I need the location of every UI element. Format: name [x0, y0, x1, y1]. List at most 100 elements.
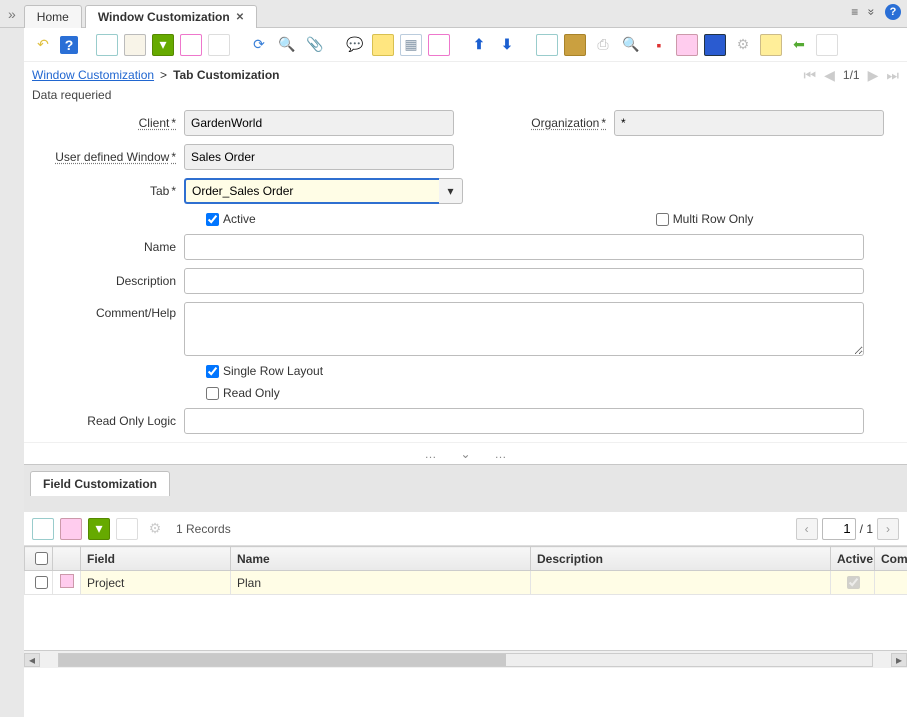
- cell-field[interactable]: Project: [81, 571, 231, 595]
- detail-tab-label: Field Customization: [43, 477, 157, 491]
- last-record-icon[interactable]: ⏭: [886, 67, 899, 84]
- single-row-layout-checkbox[interactable]: Single Row Layout: [206, 364, 323, 378]
- cell-comment[interactable]: [875, 571, 907, 595]
- tab-window-customization[interactable]: Window Customization ✕: [85, 5, 257, 29]
- scroll-track[interactable]: [58, 653, 873, 667]
- ignore-icon[interactable]: [208, 34, 230, 56]
- delete-icon[interactable]: [180, 34, 202, 56]
- detail-save-icon[interactable]: ▾: [88, 518, 110, 540]
- detail-record-icon[interactable]: ⬇: [496, 34, 518, 56]
- read-only-checkbox[interactable]: Read Only: [206, 386, 280, 400]
- detail-delete-icon[interactable]: [116, 518, 138, 540]
- print-icon[interactable]: ⎙: [592, 34, 614, 56]
- form-area: Client Organization User defined Window …: [24, 106, 907, 434]
- detail-prev-page-button[interactable]: ‹: [796, 518, 818, 540]
- detail-page-total: / 1: [860, 522, 873, 536]
- read-only-logic-field[interactable]: [184, 408, 864, 434]
- description-field[interactable]: [184, 268, 864, 294]
- chat-icon[interactable]: 💬: [344, 34, 366, 56]
- close-window-icon[interactable]: [816, 34, 838, 56]
- next-record-icon[interactable]: ▶: [868, 67, 879, 84]
- active-checkbox[interactable]: Active: [206, 212, 256, 226]
- tab-dropdown-button[interactable]: ▾: [439, 178, 463, 204]
- read-only-checkbox-label: Read Only: [223, 386, 280, 400]
- scroll-thumb[interactable]: [59, 654, 506, 666]
- organization-field[interactable]: [614, 110, 884, 136]
- detail-horizontal-scrollbar[interactable]: ◂ ▸: [24, 650, 907, 668]
- find-icon[interactable]: 🔍: [276, 34, 298, 56]
- single-row-layout-checkbox-input[interactable]: [206, 365, 219, 378]
- breadcrumb-separator: >: [160, 68, 167, 82]
- detail-process-icon[interactable]: ⚙: [144, 518, 166, 540]
- expand-sidebar-chevron[interactable]: »: [8, 6, 16, 22]
- detail-band: Field Customization: [24, 464, 907, 512]
- first-record-icon[interactable]: ⏮: [804, 67, 817, 84]
- undo-icon[interactable]: ↶: [32, 34, 54, 56]
- detail-page-input[interactable]: [822, 518, 856, 540]
- detail-edit-icon[interactable]: [60, 518, 82, 540]
- description-label: Description: [36, 274, 176, 288]
- grid-toggle-icon[interactable]: ▦: [400, 34, 422, 56]
- import-icon[interactable]: ⬅: [788, 34, 810, 56]
- new-icon[interactable]: [96, 34, 118, 56]
- organization-label: Organization: [526, 116, 606, 130]
- main-toolbar: ↶ ? ▾ ⟳ 🔍 📎 💬 ▦ ⬆ ⬇ ⎙ 🔍 ▪ ⚙ ⬅: [24, 28, 907, 62]
- user-defined-window-field[interactable]: [184, 144, 454, 170]
- table-row[interactable]: Project Plan: [25, 571, 907, 595]
- note-icon[interactable]: [372, 34, 394, 56]
- column-header-comment[interactable]: Com: [875, 547, 907, 571]
- cell-description[interactable]: [531, 571, 831, 595]
- detail-next-page-button[interactable]: ›: [877, 518, 899, 540]
- breadcrumb-parent-link[interactable]: Window Customization: [32, 68, 154, 82]
- save-icon[interactable]: ▾: [152, 34, 174, 56]
- column-header-description[interactable]: Description: [531, 547, 831, 571]
- close-icon[interactable]: ✕: [236, 12, 244, 23]
- multi-icon[interactable]: [428, 34, 450, 56]
- cell-active[interactable]: [831, 571, 875, 595]
- single-row-layout-checkbox-label: Single Row Layout: [223, 364, 323, 378]
- prev-record-icon[interactable]: ◀: [824, 67, 835, 84]
- column-header-name[interactable]: Name: [231, 547, 531, 571]
- gear-icon[interactable]: ⚙: [732, 34, 754, 56]
- report-icon[interactable]: [536, 34, 558, 56]
- row-edit-icon[interactable]: [60, 574, 74, 588]
- splitter-chevron-icon[interactable]: ⌄: [460, 447, 470, 461]
- request-icon[interactable]: [676, 34, 698, 56]
- zoom-across-icon[interactable]: 🔍: [620, 34, 642, 56]
- active-checkbox-input[interactable]: [206, 213, 219, 226]
- row-select-checkbox[interactable]: [35, 576, 48, 589]
- cell-name[interactable]: Plan: [231, 571, 531, 595]
- scroll-left-arrow[interactable]: ◂: [24, 653, 40, 667]
- menu-expand-icon[interactable]: »: [865, 9, 879, 16]
- archive-icon[interactable]: [564, 34, 586, 56]
- tab-home[interactable]: Home: [24, 5, 82, 29]
- product-info-icon[interactable]: [704, 34, 726, 56]
- select-all-checkbox[interactable]: [35, 552, 48, 565]
- detail-grid-header-row: Field Name Description Active Com: [25, 547, 907, 571]
- detail-new-icon[interactable]: [32, 518, 54, 540]
- scroll-right-arrow[interactable]: ▸: [891, 653, 907, 667]
- multi-row-only-checkbox-input[interactable]: [656, 213, 669, 226]
- tab-field[interactable]: [184, 178, 439, 204]
- detail-tab-field-customization[interactable]: Field Customization: [30, 471, 170, 496]
- name-field[interactable]: [184, 234, 864, 260]
- column-header-field[interactable]: Field: [81, 547, 231, 571]
- splitter-bar[interactable]: … ⌄ …: [24, 442, 907, 464]
- export-icon[interactable]: [760, 34, 782, 56]
- menu-hamburger-icon[interactable]: ≡: [851, 5, 858, 19]
- column-header-active[interactable]: Active: [831, 547, 875, 571]
- client-field[interactable]: [184, 110, 454, 136]
- multi-row-only-checkbox[interactable]: Multi Row Only: [656, 212, 754, 226]
- toolbar-help-icon[interactable]: ?: [60, 36, 78, 54]
- refresh-icon[interactable]: ⟳: [248, 34, 270, 56]
- copy-icon[interactable]: [124, 34, 146, 56]
- detail-record-count: 1 Records: [176, 522, 231, 536]
- active-workflow-icon[interactable]: ▪: [648, 34, 670, 56]
- attachment-icon[interactable]: 📎: [304, 34, 326, 56]
- record-paging: ⏮ ◀ 1/1 ▶ ⏭: [804, 67, 899, 84]
- parent-record-icon[interactable]: ⬆: [468, 34, 490, 56]
- help-icon[interactable]: ?: [885, 4, 901, 20]
- detail-toolbar: ▾ ⚙ 1 Records ‹ / 1 ›: [24, 512, 907, 546]
- read-only-checkbox-input[interactable]: [206, 387, 219, 400]
- comment-help-field[interactable]: [184, 302, 864, 356]
